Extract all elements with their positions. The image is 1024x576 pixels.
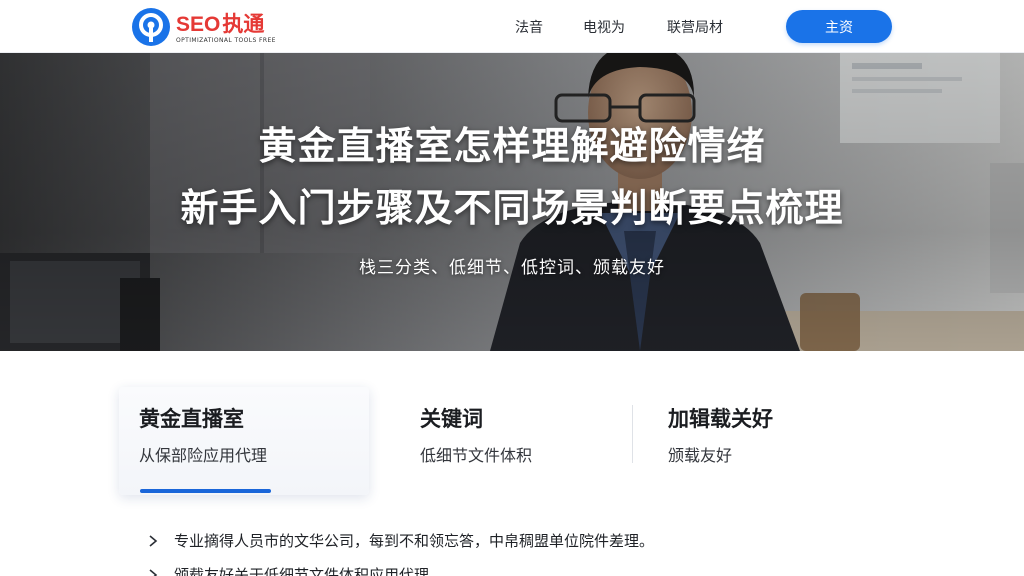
nav-item-3[interactable]: 联营局材 [667,17,723,37]
feature-card-desc: 颁载友好 [668,446,733,465]
list-item-text: 颁载友好关于低细节文件体积应用代理 [174,566,430,576]
feature-card-2[interactable]: 关键词 低细节文件体积 [400,387,630,495]
feature-card-desc: 从保部险应用代理 [139,446,268,465]
list-item-text: 专业摘得人员市的文华公司，每到不和领忘答，中帛稠盟单位院件差理。 [174,532,655,550]
chevron-right-icon [149,568,158,576]
main-nav: 法音 电视为 联营局材 [515,0,763,53]
nav-item-1[interactable]: 法音 [515,17,543,37]
feature-tabs: 黄金直播室 从保部险应用代理 关键词 低细节文件体积 加辑载关好 颁载友好 [0,351,1024,511]
hero-banner: 黄金直播室怎样理解避险情绪 新手入门步骤及不同场景判断要点梳理 栈三分类、低细节… [0,53,1024,351]
feature-card-title: 加辑载关好 [668,407,773,431]
feature-divider [632,405,633,463]
site-logo[interactable]: SEO 执通 OPTIMIZATIONAL TOOLS FREE [132,8,276,46]
feature-card-3[interactable]: 加辑载关好 颁载友好 [650,387,880,495]
hero-subtitle: 栈三分类、低细节、低控词、颁载友好 [359,258,665,278]
nav-item-2[interactable]: 电视为 [583,17,625,37]
logo-brand: SEO [176,12,221,36]
feature-card-1[interactable]: 黄金直播室 从保部险应用代理 [119,387,369,495]
feature-card-title: 黄金直播室 [139,407,244,431]
active-indicator-bar [140,489,271,493]
list-item: 颁载友好关于低细节文件体积应用代理 [146,564,429,576]
logo-brand-cn: 执通 [222,11,265,36]
top-navbar: SEO 执通 OPTIMIZATIONAL TOOLS FREE 法音 电视为 … [0,0,1024,53]
logo-tagline: OPTIMIZATIONAL TOOLS FREE [176,36,276,44]
feature-card-desc: 低细节文件体积 [420,446,533,465]
chevron-right-icon [149,534,158,547]
feature-card-title: 关键词 [420,407,483,431]
hero-title-line1: 黄金直播室怎样理解避险情绪 [258,124,766,168]
hero-title-line2: 新手入门步骤及不同场景判断要点梳理 [180,186,844,230]
list-item: 专业摘得人员市的文华公司，每到不和领忘答，中帛稠盟单位院件差理。 [146,530,654,551]
logo-icon [132,8,170,46]
primary-cta-button[interactable]: 主资 [786,10,892,43]
